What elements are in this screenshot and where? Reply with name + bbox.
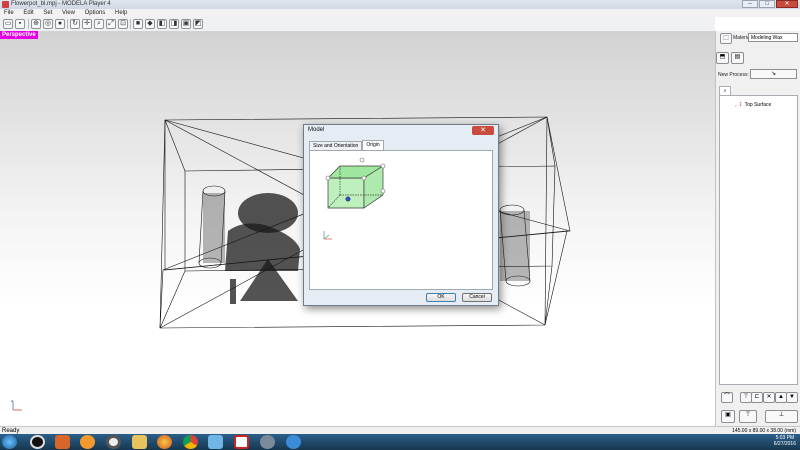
box-view-icon[interactable]: ▣ bbox=[181, 19, 191, 29]
toolbar-separator bbox=[67, 19, 68, 29]
settings-icon[interactable] bbox=[260, 435, 275, 449]
menu-set[interactable]: Set bbox=[39, 9, 56, 17]
fit-view-icon[interactable]: ↻ bbox=[70, 19, 80, 29]
window-title: Flowerpot_bl.mpj - MODELA Player 4 bbox=[11, 1, 111, 7]
front-view-icon[interactable]: ■ bbox=[133, 19, 143, 29]
process-delete-icon[interactable]: ✕ bbox=[763, 392, 775, 403]
tree-item-label: Top Surface bbox=[744, 102, 772, 108]
surfacing-icon: ↧ bbox=[738, 102, 743, 108]
save-icon[interactable]: ▪ bbox=[15, 19, 25, 29]
move-down-icon[interactable]: ▼ bbox=[786, 392, 798, 403]
zoom-all-icon[interactable]: ⊡ bbox=[118, 19, 128, 29]
media-player-icon[interactable] bbox=[30, 435, 45, 449]
model-settings-icon[interactable]: ⬒ bbox=[716, 52, 729, 64]
iso-view-icon[interactable]: ◨ bbox=[169, 19, 179, 29]
expand-icon[interactable]: ▫ bbox=[735, 103, 736, 108]
preview-icon[interactable]: ▣ bbox=[721, 410, 735, 423]
model-dimensions: 145.00 x 89.00 x 38.00 (mm) bbox=[715, 426, 800, 434]
process-copy-icon[interactable]: ⊏ bbox=[751, 392, 763, 403]
tree-item-top-surface[interactable]: ▫ ↧ Top Surface bbox=[735, 102, 771, 108]
toolbar-separator bbox=[130, 19, 131, 29]
menu-view[interactable]: View bbox=[58, 9, 79, 17]
process-edit-icon[interactable]: ⌒ bbox=[721, 392, 733, 403]
chrome-icon[interactable] bbox=[106, 435, 121, 449]
material-icon[interactable]: ⬚ bbox=[720, 33, 732, 44]
side-view-icon[interactable]: ◧ bbox=[157, 19, 167, 29]
axis-gizmo-icon: z bbox=[10, 398, 24, 413]
new-process-label: New Process: bbox=[718, 72, 749, 78]
cancel-button[interactable]: Cancel bbox=[462, 293, 492, 302]
new-process-button[interactable]: ↘︎ bbox=[750, 69, 797, 79]
system-clock[interactable]: 5:03 PM 6/27/2016 bbox=[774, 435, 796, 447]
menu-edit[interactable]: Edit bbox=[19, 9, 37, 17]
top-view-icon[interactable]: ◆ bbox=[145, 19, 155, 29]
start-milling-icon[interactable]: ⊥ bbox=[765, 410, 798, 423]
ie-icon[interactable] bbox=[286, 435, 301, 449]
close-button[interactable]: ✕ bbox=[776, 0, 798, 8]
maximize-button[interactable]: □ bbox=[759, 0, 775, 8]
cut-icon[interactable]: ⊤ bbox=[739, 410, 757, 423]
modela-icon[interactable] bbox=[234, 435, 249, 449]
paint-icon[interactable] bbox=[208, 435, 223, 449]
taskbar: 5:03 PM 6/27/2016 bbox=[0, 434, 800, 450]
menu-file[interactable]: File bbox=[0, 9, 18, 17]
zoom-extents-icon[interactable]: ⊕ bbox=[31, 19, 41, 29]
window-controls: – □ ✕ bbox=[742, 0, 798, 8]
ok-button[interactable]: OK bbox=[426, 293, 456, 302]
zoom-window-icon[interactable]: ⤢ bbox=[106, 19, 116, 29]
file-explorer-icon[interactable] bbox=[132, 435, 147, 449]
origin-cube-diagram[interactable] bbox=[310, 151, 494, 291]
tool-settings-icon[interactable]: ▤ bbox=[731, 52, 744, 64]
vlc-icon[interactable] bbox=[80, 435, 95, 449]
material-select[interactable]: Modeling Wax bbox=[748, 33, 798, 42]
process-tree: ▫ ↧ Top Surface bbox=[719, 95, 798, 385]
open-file-icon[interactable]: ▭ bbox=[3, 19, 13, 29]
process-tree-tab[interactable]: ⌕ bbox=[719, 86, 731, 95]
minimize-button[interactable]: – bbox=[742, 0, 758, 8]
chrome-icon[interactable] bbox=[183, 435, 198, 449]
model-dialog: Model ✕ Size and Orientation Origin OK C… bbox=[303, 124, 499, 306]
toolbar: ▭ ▪ ⊕ ◎ ● ↻ ✛ ⌕ ⤢ ⊡ ■ ◆ ◧ ◨ ▣ ◩ bbox=[0, 17, 715, 32]
svg-text:z: z bbox=[11, 399, 13, 403]
dialog-close-button[interactable]: ✕ bbox=[472, 126, 494, 135]
dialog-title: Model bbox=[308, 127, 325, 133]
menu-help[interactable]: Help bbox=[111, 9, 131, 17]
move-view-icon[interactable]: ✛ bbox=[82, 19, 92, 29]
app-icon bbox=[2, 1, 9, 8]
firefox-icon[interactable] bbox=[157, 435, 172, 449]
origin-panel bbox=[309, 150, 493, 290]
menu-options[interactable]: Options bbox=[81, 9, 110, 17]
zoom-view-icon[interactable]: ⌕ bbox=[94, 19, 104, 29]
start-button[interactable] bbox=[2, 435, 17, 449]
clock-date: 6/27/2016 bbox=[773, 441, 796, 447]
menu-bar: File Edit Set View Options Help bbox=[0, 9, 800, 17]
toolbar-separator bbox=[28, 19, 29, 29]
pan-view-icon[interactable]: ● bbox=[55, 19, 65, 29]
rotate-view-icon[interactable]: ◎ bbox=[43, 19, 53, 29]
bottom-view-icon[interactable]: ◩ bbox=[193, 19, 203, 29]
app-icon[interactable] bbox=[55, 435, 70, 449]
